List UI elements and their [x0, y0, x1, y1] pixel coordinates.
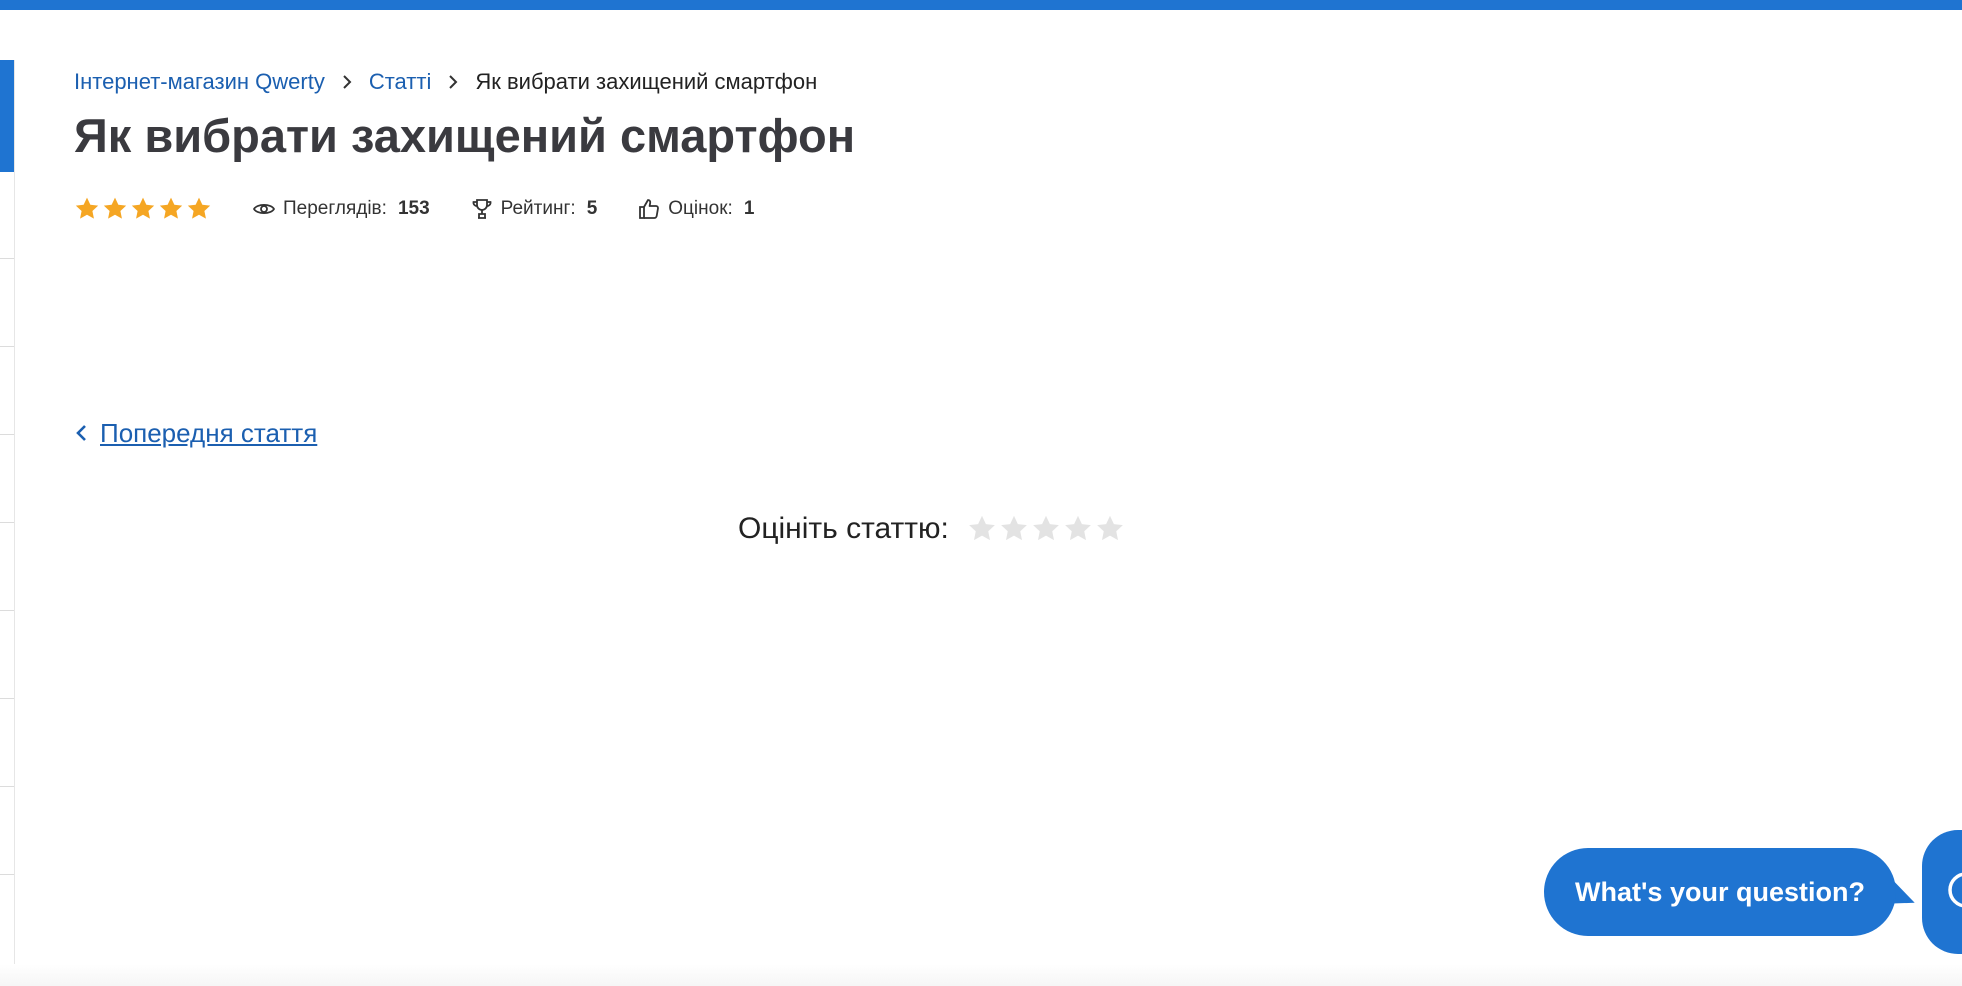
left-sidebar-rail: [0, 60, 15, 986]
page-bottom-edge: [0, 964, 1962, 986]
star-empty-icon[interactable]: [1031, 514, 1061, 544]
chat-launcher-button[interactable]: [1922, 830, 1962, 954]
breadcrumb-link-home[interactable]: Інтернет-магазин Qwerty: [74, 66, 325, 98]
rating-label: Рейтинг:: [500, 198, 576, 219]
left-rail-active-indicator: [0, 60, 14, 172]
views-count: Переглядів: 153: [252, 197, 430, 221]
star-filled-icon: [75, 197, 99, 219]
views-value: 153: [397, 198, 430, 219]
left-rail-divider: [0, 610, 14, 611]
chevron-left-icon: [76, 425, 86, 441]
star-filled-icon: [187, 197, 211, 219]
left-rail-divider: [0, 522, 14, 523]
page-title: Як вибрати захищений смартфон: [74, 109, 856, 162]
eye-icon: [252, 203, 276, 215]
left-rail-divider: [0, 346, 14, 347]
chevron-right-icon: [343, 75, 352, 89]
rate-article-label: Оцініть статтю:: [738, 512, 949, 545]
previous-article-link[interactable]: Попередня стаття: [74, 416, 317, 450]
left-rail-divider: [0, 698, 14, 699]
votes-count: Оцінок: 1: [637, 197, 754, 221]
chat-icon: [1948, 872, 1962, 908]
previous-article-label[interactable]: Попередня стаття: [100, 416, 317, 450]
star-empty-icon[interactable]: [1095, 514, 1125, 544]
article-star-rating: [74, 196, 212, 222]
rating-number: 5: [586, 198, 598, 219]
chevron-right-icon: [449, 75, 458, 89]
rate-star-input: [967, 514, 1125, 544]
star-filled-icon: [103, 197, 127, 219]
chat-prompt-bubble[interactable]: What's your question?: [1544, 848, 1896, 936]
breadcrumb-current: Як вибрати захищений смартфон: [475, 69, 818, 94]
chat-prompt-text: What's your question?: [1575, 876, 1865, 907]
votes-value: 1: [743, 198, 755, 219]
thumbs-up-icon: [639, 199, 660, 219]
star-empty-icon[interactable]: [1063, 514, 1093, 544]
left-rail-divider: [0, 786, 14, 787]
breadcrumb: Інтернет-магазин Qwerty Статті Як вибрат…: [74, 66, 817, 98]
star-empty-icon[interactable]: [999, 514, 1029, 544]
rating-value: Рейтинг: 5: [470, 197, 598, 221]
views-label: Переглядів:: [283, 198, 387, 219]
left-rail-divider: [0, 874, 14, 875]
star-filled-icon: [131, 197, 155, 219]
article-meta: Переглядів: 153 Рейтинг: 5 Оцінок: 1: [74, 192, 794, 226]
top-accent-bar: [0, 0, 1962, 10]
star-empty-icon[interactable]: [967, 514, 997, 544]
votes-label: Оцінок:: [668, 198, 733, 219]
left-rail-divider: [0, 434, 14, 435]
trophy-icon: [472, 199, 492, 219]
breadcrumb-link-articles[interactable]: Статті: [369, 66, 432, 98]
left-rail-divider: [0, 258, 14, 259]
star-filled-icon: [159, 197, 183, 219]
rate-article: Оцініть статтю:: [738, 512, 1125, 546]
